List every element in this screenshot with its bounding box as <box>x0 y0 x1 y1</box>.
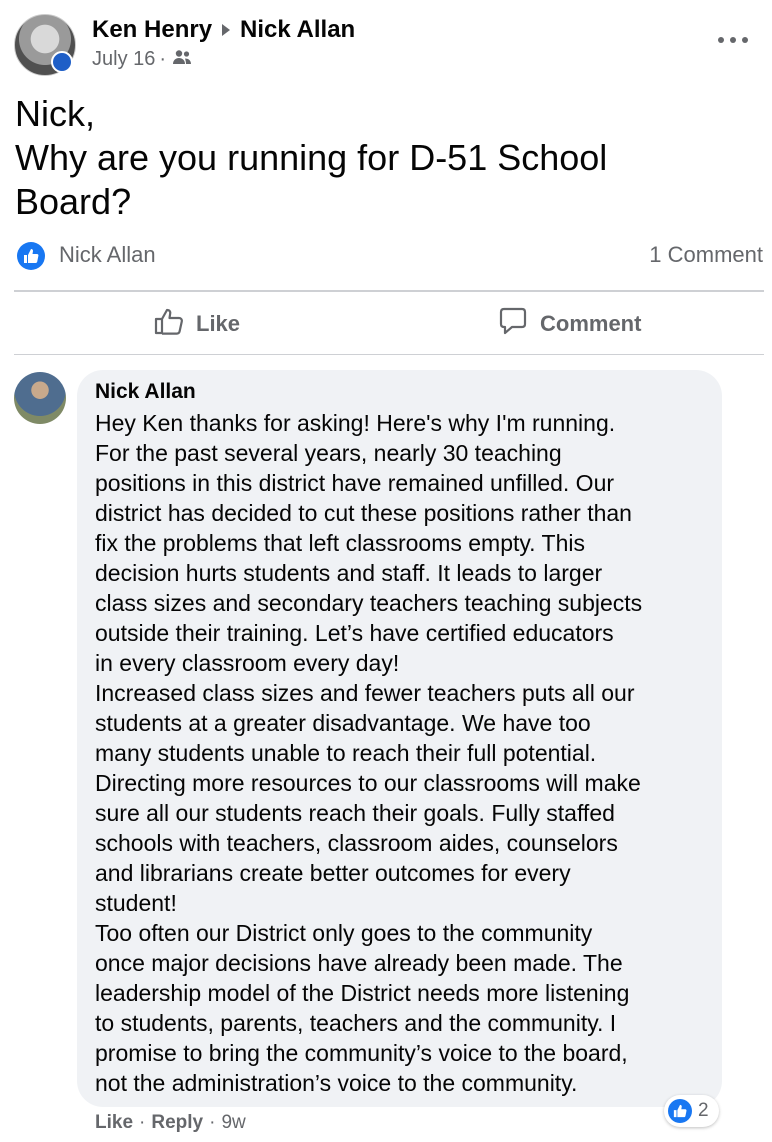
comment-text-line: to students, parents, teachers and the c… <box>95 1010 617 1036</box>
separator-dot: · <box>139 1112 146 1133</box>
comment-actions: Like · Reply · 9w <box>95 1112 246 1134</box>
post-action-bar: Like Comment <box>14 294 764 354</box>
post-names: Ken Henry Nick Allan <box>92 16 355 44</box>
post-text-line: Nick, <box>15 93 95 134</box>
post-header: Ken Henry Nick Allan July 16 · <box>14 12 758 78</box>
comment-reply-button[interactable]: Reply <box>151 1112 203 1133</box>
comment-text-line: fix the problems that left classrooms em… <box>95 530 585 556</box>
post-meta: July 16 · <box>92 48 192 71</box>
comment-text-line: Too often our District only goes to the … <box>95 920 593 946</box>
like-icon <box>154 307 196 341</box>
comment-text-line: sure all our students reach their goals.… <box>95 800 615 826</box>
like-button[interactable]: Like <box>154 294 240 354</box>
comment-text-line: outside their training. Let’s have certi… <box>95 620 614 646</box>
comment-author[interactable]: Nick Allan <box>95 381 722 402</box>
comment-text-line: class sizes and secondary teachers teach… <box>95 590 643 616</box>
comment-count[interactable]: 1 Comment <box>649 242 763 268</box>
like-reaction-icon[interactable] <box>17 242 45 270</box>
comment-text-line: schools with teachers, classroom aides, … <box>95 830 618 856</box>
comment-reaction-summary[interactable]: 2 <box>664 1095 719 1127</box>
comment-text-line: For the past several years, nearly 30 te… <box>95 440 562 466</box>
profile-frame-badge-icon <box>51 51 73 73</box>
comment-text-line: student! <box>95 890 177 916</box>
comment-reaction-count: 2 <box>698 1100 709 1121</box>
comment-icon <box>498 306 540 342</box>
reactions-summary: Nick Allan 1 Comment <box>17 240 763 272</box>
comment-label: Comment <box>540 311 642 336</box>
comment-text-line: many students unable to reach their full… <box>95 740 597 766</box>
comment-text-line: Directing more resources to our classroo… <box>95 770 641 796</box>
separator-dot: · <box>209 1112 216 1133</box>
comment-text-line: once major decisions have already been m… <box>95 950 623 976</box>
author-avatar[interactable] <box>14 14 76 76</box>
comment-text-line: district has decided to cut these positi… <box>95 500 632 526</box>
comment-time[interactable]: 9w <box>221 1112 245 1133</box>
comment-like-button[interactable]: Like <box>95 1112 133 1133</box>
recipient-name[interactable]: Nick Allan <box>240 16 355 43</box>
comment-text-line: and librarians create better outcomes fo… <box>95 860 571 886</box>
author-name[interactable]: Ken Henry <box>92 16 212 43</box>
comment-text-line: Hey Ken thanks for asking! Here's why I'… <box>95 410 616 436</box>
comment-text-line: in every classroom every day! <box>95 650 400 676</box>
reactor-name[interactable]: Nick Allan <box>59 242 156 268</box>
comment-text-line: not the administration’s voice to the co… <box>95 1070 578 1096</box>
friends-icon <box>172 48 192 71</box>
comment-text-line: decision hurts students and staff. It le… <box>95 560 603 586</box>
post-date[interactable]: July 16 <box>92 48 155 70</box>
commenter-avatar[interactable] <box>14 372 66 424</box>
divider <box>14 354 764 355</box>
more-options-icon[interactable] <box>718 30 748 50</box>
post-text: Nick, Why are you running for D-51 Schoo… <box>15 92 755 224</box>
comment-text-line: leadership model of the District needs m… <box>95 980 630 1006</box>
like-reaction-icon <box>668 1099 692 1123</box>
post-text-line: Board? <box>15 181 132 222</box>
comment-text: Hey Ken thanks for asking! Here's why I'… <box>95 408 722 1098</box>
like-label: Like <box>196 311 241 336</box>
comment-text-line: Increased class sizes and fewer teachers… <box>95 680 635 706</box>
post-text-line: Why are you running for D-51 School <box>15 137 608 178</box>
triangle-right-icon <box>222 23 231 36</box>
comment-text-line: students at a greater disadvantage. We h… <box>95 710 591 736</box>
comment-text-line: promise to bring the community’s voice t… <box>95 1040 628 1066</box>
comment-button[interactable]: Comment <box>498 294 641 354</box>
divider <box>14 290 764 292</box>
comment-bubble: Nick Allan Hey Ken thanks for asking! He… <box>77 370 722 1107</box>
comment-text-line: positions in this district have remained… <box>95 470 615 496</box>
separator-dot: · <box>159 48 167 70</box>
